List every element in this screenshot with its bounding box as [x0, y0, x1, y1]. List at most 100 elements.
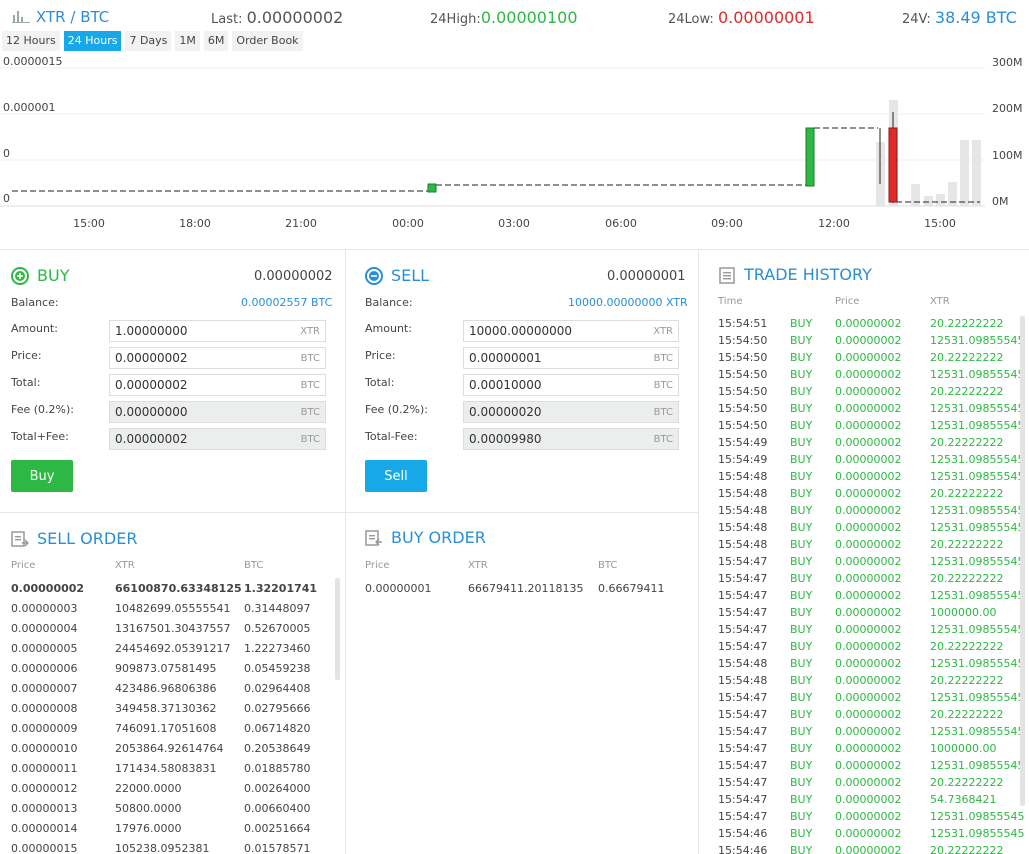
trade-history-scrollbar[interactable]: [1020, 316, 1025, 806]
trade-side: BUY: [790, 368, 813, 381]
volume-bar: [972, 140, 981, 206]
trade-amount: 1000000.00: [930, 606, 997, 619]
order-total: 0.02795666: [244, 702, 311, 715]
trade-side: BUY: [790, 793, 813, 806]
last-price-stat: Last: 0.00000002: [211, 8, 343, 27]
trade-price: 0.00000002: [835, 402, 902, 415]
buy-balance-value[interactable]: 0.00002557 BTC: [241, 296, 332, 309]
trade-amount: 12531.09855545: [930, 402, 1025, 415]
tab-1m[interactable]: 1M: [175, 31, 200, 51]
tab-12-hours[interactable]: 12 Hours: [2, 31, 60, 51]
order-total: 0.02964408: [244, 682, 311, 695]
trade-amount: 12531.09855545: [930, 691, 1025, 704]
sell-amount-input[interactable]: 10000.00000000 XTR: [463, 320, 679, 342]
trade-price: 0.00000002: [835, 504, 902, 517]
y-axis-right: 300M 200M 100M 0M: [992, 56, 1023, 208]
column-header-price: Price: [365, 560, 390, 571]
sell-order-scrollbar[interactable]: [335, 578, 340, 680]
trade-side: BUY: [790, 402, 813, 415]
trade-time: 15:54:47: [718, 606, 768, 619]
trade-time: 15:54:49: [718, 453, 768, 466]
market-pair[interactable]: XTR / BTC: [12, 8, 109, 26]
trade-time: 15:54:47: [718, 589, 768, 602]
tab-order-book[interactable]: Order Book: [232, 31, 303, 51]
buy-total-input[interactable]: 0.00000002 BTC: [109, 374, 326, 396]
x-tick-label: 09:00: [711, 217, 743, 230]
trade-time: 15:54:48: [718, 521, 768, 534]
order-price: 0.00000015: [11, 842, 78, 854]
buy-total-value: 0.00000002: [115, 378, 188, 392]
buy-balance-label: Balance:: [11, 296, 59, 309]
order-price: 0.00000009: [11, 722, 78, 735]
column-header-btc: BTC: [244, 560, 264, 571]
column-header-xtr: XTR: [468, 560, 488, 571]
trade-amount: 12531.09855545: [930, 589, 1025, 602]
buy-total-label: Total:: [11, 376, 41, 389]
trade-price: 0.00000002: [835, 521, 902, 534]
volume-value: 38.49 BTC: [934, 8, 1017, 27]
trade-amount: 12531.09855545: [930, 623, 1025, 636]
tab-6m[interactable]: 6M: [203, 31, 229, 51]
sell-total-input[interactable]: 0.00010000 BTC: [463, 374, 679, 396]
buy-button[interactable]: Buy: [11, 460, 73, 492]
sell-balance-value[interactable]: 10000.00000000 XTR: [568, 296, 688, 309]
trade-amount: 54.7368421: [930, 793, 997, 806]
divider: [698, 250, 699, 854]
price-trail: [12, 127, 980, 203]
trade-side: BUY: [790, 810, 813, 823]
sell-amount-value: 10000.00000000: [469, 324, 573, 338]
sell-fee-field: 0.00000020 BTC: [463, 401, 679, 423]
bar-chart-icon: [12, 11, 30, 23]
price-chart[interactable]: 0.0000015 0.000001 0 0 300M 200M 100M 0M…: [0, 52, 1029, 250]
buy-totalfee-label: Total+Fee:: [11, 430, 69, 443]
y-tick-label: 300M: [992, 56, 1023, 69]
trade-time: 15:54:50: [718, 351, 768, 364]
y-tick-label: 0: [3, 192, 10, 205]
order-price: 0.00000006: [11, 662, 78, 675]
trade-price: 0.00000002: [835, 725, 902, 738]
trade-time: 15:54:47: [718, 776, 768, 789]
tab-7-days[interactable]: 7 Days: [125, 31, 172, 51]
order-total: 0.01578571: [244, 842, 311, 854]
x-tick-label: 00:00: [392, 217, 424, 230]
trade-side: BUY: [790, 827, 813, 840]
sell-price-input[interactable]: 0.00000001 BTC: [463, 347, 679, 369]
trade-side: BUY: [790, 623, 813, 636]
order-amount: 349458.37130362: [115, 702, 217, 715]
trade-price: 0.00000002: [835, 606, 902, 619]
order-total: 0.20538649: [244, 742, 311, 755]
trade-side: BUY: [790, 419, 813, 432]
order-amount: 66100870.63348125: [115, 582, 242, 595]
sell-totalfee-value: 0.00009980: [469, 432, 542, 446]
buy-price-input[interactable]: 0.00000002 BTC: [109, 347, 326, 369]
y-tick-label: 0: [3, 147, 10, 160]
buy-amount-input[interactable]: 1.00000000 XTR: [109, 320, 326, 342]
column-header-price: Price: [11, 560, 36, 571]
x-tick-label: 03:00: [498, 217, 530, 230]
trade-time: 15:54:46: [718, 844, 768, 854]
trade-price: 0.00000002: [835, 555, 902, 568]
trade-side: BUY: [790, 674, 813, 687]
trade-side: BUY: [790, 351, 813, 364]
tab-24-hours[interactable]: 24 Hours: [63, 31, 122, 51]
trade-side: BUY: [790, 742, 813, 755]
trade-side: BUY: [790, 844, 813, 854]
y-tick-label: 0.000001: [3, 101, 56, 114]
y-axis-left: 0.0000015 0.000001 0 0: [3, 55, 63, 205]
order-amount: 10482699.05555541: [115, 602, 231, 615]
trade-amount: 20.22222222: [930, 436, 1004, 449]
trade-side: BUY: [790, 725, 813, 738]
sell-button[interactable]: Sell: [365, 460, 427, 492]
buy-amount-label: Amount:: [11, 322, 58, 335]
order-price: 0.00000010: [11, 742, 78, 755]
column-header-xtr: XTR: [930, 296, 950, 307]
sell-totalfee-label: Total-Fee:: [365, 430, 418, 443]
buy-panel-title: BUY: [11, 266, 69, 285]
trade-side: BUY: [790, 504, 813, 517]
trade-time: 15:54:47: [718, 742, 768, 755]
trade-price: 0.00000002: [835, 640, 902, 653]
sell-total-label: Total:: [365, 376, 395, 389]
trade-time: 15:54:47: [718, 572, 768, 585]
trade-price: 0.00000002: [835, 572, 902, 585]
sell-order-title: SELL ORDER: [11, 529, 137, 548]
